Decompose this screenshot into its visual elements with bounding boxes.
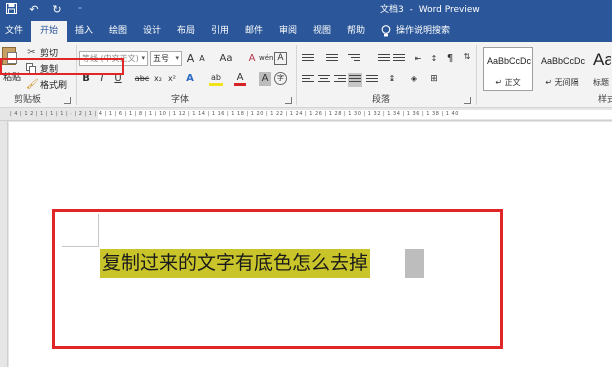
superscript-icon[interactable]: x² xyxy=(166,72,178,86)
tab-home[interactable]: 开始 xyxy=(31,21,68,42)
lightbulb-icon[interactable] xyxy=(381,25,391,37)
bullets-icon[interactable] xyxy=(302,54,314,64)
numbering-icon[interactable] xyxy=(326,54,338,64)
decrease-indent-icon[interactable] xyxy=(378,54,390,64)
distributed-icon[interactable] xyxy=(366,75,378,85)
style-sample: AaBbCcDc xyxy=(487,56,532,66)
format-painter-icon: 🖌 xyxy=(26,79,39,90)
grow-font-icon[interactable]: A xyxy=(185,52,196,66)
vertical-ruler[interactable] xyxy=(0,121,8,367)
customize-qat-icon[interactable]: ⁼ xyxy=(73,3,87,18)
style-sample: AaBbCcDc xyxy=(541,56,586,66)
sort-icon[interactable]: ↕ xyxy=(428,52,440,66)
strikethrough-icon[interactable]: abc xyxy=(134,72,150,86)
style-normal[interactable]: AaBbCcDc ↵ 正文 xyxy=(483,47,533,91)
paragraph-group-label: 段落 xyxy=(372,95,391,105)
tab-view[interactable]: 视图 xyxy=(313,25,331,37)
font-color-icon[interactable]: A xyxy=(234,72,246,86)
text-annotation-box xyxy=(52,209,503,349)
tab-review[interactable]: 审阅 xyxy=(279,25,297,37)
quick-access-toolbar: ↶ ↻ ⁼ xyxy=(4,3,87,18)
redo-icon[interactable]: ↻ xyxy=(50,3,64,18)
group-divider xyxy=(296,45,297,105)
group-divider xyxy=(76,45,77,105)
enclose-characters-icon[interactable]: 字 xyxy=(274,72,287,85)
chevron-down-icon: ▾ xyxy=(141,54,145,62)
style-heading[interactable]: Aa 标题 xyxy=(590,47,612,91)
style-name: ↵ 正文 xyxy=(495,78,521,87)
style-sample: Aa xyxy=(593,50,612,69)
paragraph-launcher-icon[interactable] xyxy=(464,97,471,104)
tab-design[interactable]: 设计 xyxy=(143,25,161,37)
align-center-icon[interactable] xyxy=(318,75,330,85)
window-title: 文档3 - Word Preview xyxy=(380,4,480,16)
app-name: Word Preview xyxy=(418,5,480,15)
align-left-icon[interactable] xyxy=(302,75,314,85)
horizontal-ruler[interactable]: | 4 | 1 2 | 1 | 1 | 1 | · | 2 | 1 | 4 | … xyxy=(0,108,612,121)
shading-icon[interactable]: ◈ xyxy=(408,72,420,86)
increase-indent-icon[interactable] xyxy=(393,54,405,64)
clipboard-launcher-icon[interactable] xyxy=(64,97,71,104)
styles-group-label: 样式 xyxy=(598,95,612,105)
save-icon[interactable] xyxy=(4,3,18,18)
line-spacing-icon[interactable]: ↨ xyxy=(386,72,398,86)
ribbon-tabs: 文件 开始 插入 绘图 设计 布局 引用 邮件 审阅 视图 帮助 操作说明搜索 xyxy=(0,21,612,42)
tab-help[interactable]: 帮助 xyxy=(347,25,365,37)
font-launcher-icon[interactable] xyxy=(285,97,292,104)
tab-draw[interactable]: 绘图 xyxy=(109,25,127,37)
align-right-icon[interactable] xyxy=(334,75,346,85)
font-group-label: 字体 xyxy=(171,95,190,105)
clipboard-group-label: 剪贴板 xyxy=(14,95,42,105)
multilevel-list-icon[interactable] xyxy=(348,54,360,64)
text-effects-icon[interactable]: A xyxy=(184,72,196,86)
show-marks-icon[interactable]: ¶ xyxy=(444,52,456,66)
title-bar: ↶ ↻ ⁼ 文档3 - Word Preview xyxy=(0,0,612,21)
justify-icon[interactable] xyxy=(348,73,362,87)
copy-annotation-box xyxy=(0,58,124,75)
undo-icon[interactable]: ↶ xyxy=(27,3,41,18)
tab-insert[interactable]: 插入 xyxy=(75,25,93,37)
character-shading-icon[interactable]: A xyxy=(259,72,271,86)
title-separator: - xyxy=(409,5,413,15)
font-size-combo[interactable]: 五号 ▾ xyxy=(150,51,182,66)
format-painter-button[interactable]: 🖌 格式刷 xyxy=(26,78,67,91)
chevron-down-icon: ▾ xyxy=(175,54,179,62)
ribbon-home: 粘贴 ✂ 剪切 复制 🖌 格式刷 剪贴板 等线 (中文正文) ▾ 五号 ▾ A A … xyxy=(0,42,612,108)
change-case-icon[interactable]: Aa xyxy=(216,52,236,66)
style-name: ↵ 无间隔 xyxy=(545,78,579,87)
character-border-icon[interactable]: A xyxy=(274,52,287,65)
document-name: 文档3 xyxy=(380,5,404,15)
style-no-spacing[interactable]: AaBbCcDc ↵ 无间隔 xyxy=(537,47,587,91)
subscript-icon[interactable]: x₂ xyxy=(152,72,164,86)
format-painter-label: 格式刷 xyxy=(40,81,68,91)
chinese-layout-icon[interactable]: ⇤ xyxy=(412,52,424,66)
sort-arrows-icon[interactable]: ⇅ xyxy=(462,50,472,64)
shrink-font-icon[interactable]: A xyxy=(197,52,207,66)
scissors-icon: ✂ xyxy=(27,47,36,58)
borders-icon[interactable]: ⊞ xyxy=(428,72,440,86)
clear-formatting-icon[interactable]: A xyxy=(246,52,258,66)
tell-me-search[interactable]: 操作说明搜索 xyxy=(396,25,450,37)
font-size-value: 五号 xyxy=(153,54,169,63)
phonetic-guide-icon[interactable]: wén xyxy=(259,51,273,65)
tab-mailings[interactable]: 邮件 xyxy=(245,25,263,37)
group-divider xyxy=(476,45,477,105)
ruler-ticks: | 4 | 1 2 | 1 | 1 | 1 | · | 2 | 1 | 4 | … xyxy=(10,111,459,117)
tab-references[interactable]: 引用 xyxy=(211,25,229,37)
tab-layout[interactable]: 布局 xyxy=(177,25,195,37)
style-name: 标题 xyxy=(593,78,609,87)
highlight-color-icon[interactable]: ab xyxy=(209,72,223,86)
tab-file[interactable]: 文件 xyxy=(5,25,23,37)
